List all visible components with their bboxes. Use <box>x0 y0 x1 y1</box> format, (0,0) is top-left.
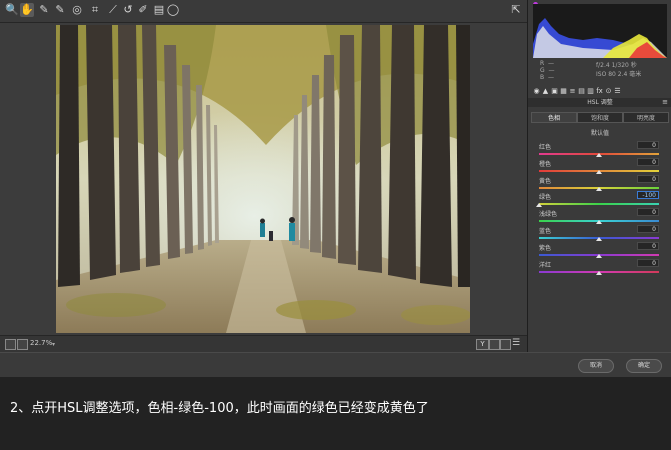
slider-track[interactable] <box>539 203 659 206</box>
split-tone-icon[interactable]: ≡ <box>568 87 577 95</box>
slider-thumb[interactable] <box>596 220 602 225</box>
fx-icon[interactable]: fx <box>595 87 604 95</box>
fullscreen-icon[interactable]: ⇱ <box>509 3 523 17</box>
slider-3: 绿色 -100 <box>536 191 659 209</box>
caption-bar: 2、点开HSL调整选项，色相-绿色-100，此时画面的绿色已经变成黄色了 <box>0 377 671 450</box>
rgb-readout: R — G — B — <box>540 60 555 81</box>
slider-label: 绿色 <box>539 194 552 202</box>
crop-icon[interactable]: ⌗ <box>88 3 102 17</box>
brush-icon[interactable]: ✐ <box>136 3 150 17</box>
toolbar: 🔍 ✋ ✎ ✎ ◎ ⌗ ⟋ ↺ ✐ ▤ ◯ ⇱ <box>0 0 527 23</box>
panel-icon-row: ◉ ▲ ▣ ▦ ≡ ▤ ▥ fx ⊙ ☰ <box>532 87 668 96</box>
straighten-icon[interactable]: ⟋ <box>106 3 120 17</box>
swap-icon[interactable] <box>489 339 500 350</box>
slider-thumb[interactable] <box>596 253 602 258</box>
effects-icon[interactable]: ▥ <box>586 87 595 95</box>
copy-settings-icon[interactable] <box>500 339 511 350</box>
zoom-dropdown-icon[interactable]: ▾ <box>52 341 55 348</box>
detail-icon[interactable]: ▣ <box>550 87 559 95</box>
settings-menu-icon[interactable]: ☰ <box>512 338 520 348</box>
zoom-level[interactable]: 22.7% <box>30 339 52 347</box>
slider-0: 红色 0 <box>539 141 659 159</box>
default-link[interactable]: 默认值 <box>528 128 671 137</box>
slider-2: 黄色 0 <box>539 174 659 193</box>
slider-label: 洋红 <box>539 261 552 269</box>
slider-thumb[interactable] <box>596 270 602 275</box>
slider-value-field[interactable]: 0 <box>637 258 659 267</box>
slider-7: 洋红 0 <box>539 258 659 277</box>
status-bar: 22.7% ▾ Y ☰ <box>0 335 527 353</box>
slider-5: 蓝色 0 <box>539 225 659 243</box>
ok-button[interactable]: 确定 <box>626 359 662 373</box>
slider-value-field[interactable]: 0 <box>637 157 659 166</box>
panel-menu-icon[interactable]: ≡ <box>662 98 668 107</box>
presets-icon[interactable]: ☰ <box>613 87 622 95</box>
slider-thumb[interactable] <box>596 153 602 157</box>
zoom-icon[interactable]: 🔍 <box>5 3 19 17</box>
graduated-filter-icon[interactable]: ▤ <box>152 3 166 17</box>
slider-thumb[interactable] <box>536 203 542 208</box>
color-sampler-icon[interactable]: ✎ <box>53 3 67 17</box>
slider-label: 紫色 <box>539 244 552 252</box>
tone-curve-icon[interactable]: ▲ <box>541 87 550 95</box>
slider-label: 红色 <box>539 144 552 151</box>
tab-saturation[interactable]: 饱和度 <box>577 112 623 123</box>
targeted-adjust-icon[interactable]: ◎ <box>70 3 84 17</box>
slider-4: 浅绿色 0 <box>539 208 659 226</box>
preview-photo <box>56 25 470 333</box>
action-bar: 取消 确定 <box>0 352 671 377</box>
image-canvas <box>0 23 527 335</box>
radial-filter-icon[interactable]: ◯ <box>166 3 180 17</box>
zoom-in-button[interactable] <box>17 339 28 350</box>
slider-value-field[interactable]: 0 <box>637 174 659 183</box>
tab-hue[interactable]: 色相 <box>531 112 577 123</box>
slider-value-field[interactable]: 0 <box>637 141 659 149</box>
camera-info: f/2.4 1/320 秒 ISO 80 2.4 毫米 <box>596 62 642 78</box>
slider-1: 橙色 0 <box>539 157 659 176</box>
compare-button[interactable]: Y <box>476 339 489 350</box>
slider-label: 橙色 <box>539 160 552 168</box>
slider-thumb[interactable] <box>596 237 602 241</box>
slider-label: 浅绿色 <box>539 211 558 219</box>
slider-value-field[interactable]: 0 <box>637 225 659 233</box>
slider-value-field[interactable]: -100 <box>637 191 659 200</box>
right-panel: R — G — B — f/2.4 1/320 秒 ISO 80 2.4 毫米 … <box>527 0 671 352</box>
caption-text: 2、点开HSL调整选项，色相-绿色-100，此时画面的绿色已经变成黄色了 <box>10 401 429 416</box>
basic-panel-icon[interactable]: ◉ <box>532 87 541 95</box>
hsl-icon[interactable]: ▦ <box>559 87 568 95</box>
slider-6: 紫色 0 <box>539 241 659 260</box>
cancel-button[interactable]: 取消 <box>578 359 614 373</box>
spot-removal-icon[interactable]: ↺ <box>121 3 135 17</box>
slider-value-field[interactable]: 0 <box>637 241 659 250</box>
slider-label: 黄色 <box>539 177 552 185</box>
hand-icon[interactable]: ✋ <box>20 3 34 17</box>
slider-value-field[interactable]: 0 <box>637 208 659 217</box>
slider-thumb[interactable] <box>596 186 602 191</box>
zoom-out-button[interactable] <box>5 339 16 350</box>
white-balance-icon[interactable]: ✎ <box>37 3 51 17</box>
hsl-tabs: 色相 饱和度 明亮度 <box>531 112 669 123</box>
slider-thumb[interactable] <box>596 169 602 174</box>
panel-title: HSL 调整 <box>528 98 671 107</box>
lens-icon[interactable]: ▤ <box>577 87 586 95</box>
tab-luminance[interactable]: 明亮度 <box>623 112 669 123</box>
slider-label: 蓝色 <box>539 228 552 235</box>
histogram <box>533 4 667 58</box>
camera-calibration-icon[interactable]: ⊙ <box>604 87 613 95</box>
